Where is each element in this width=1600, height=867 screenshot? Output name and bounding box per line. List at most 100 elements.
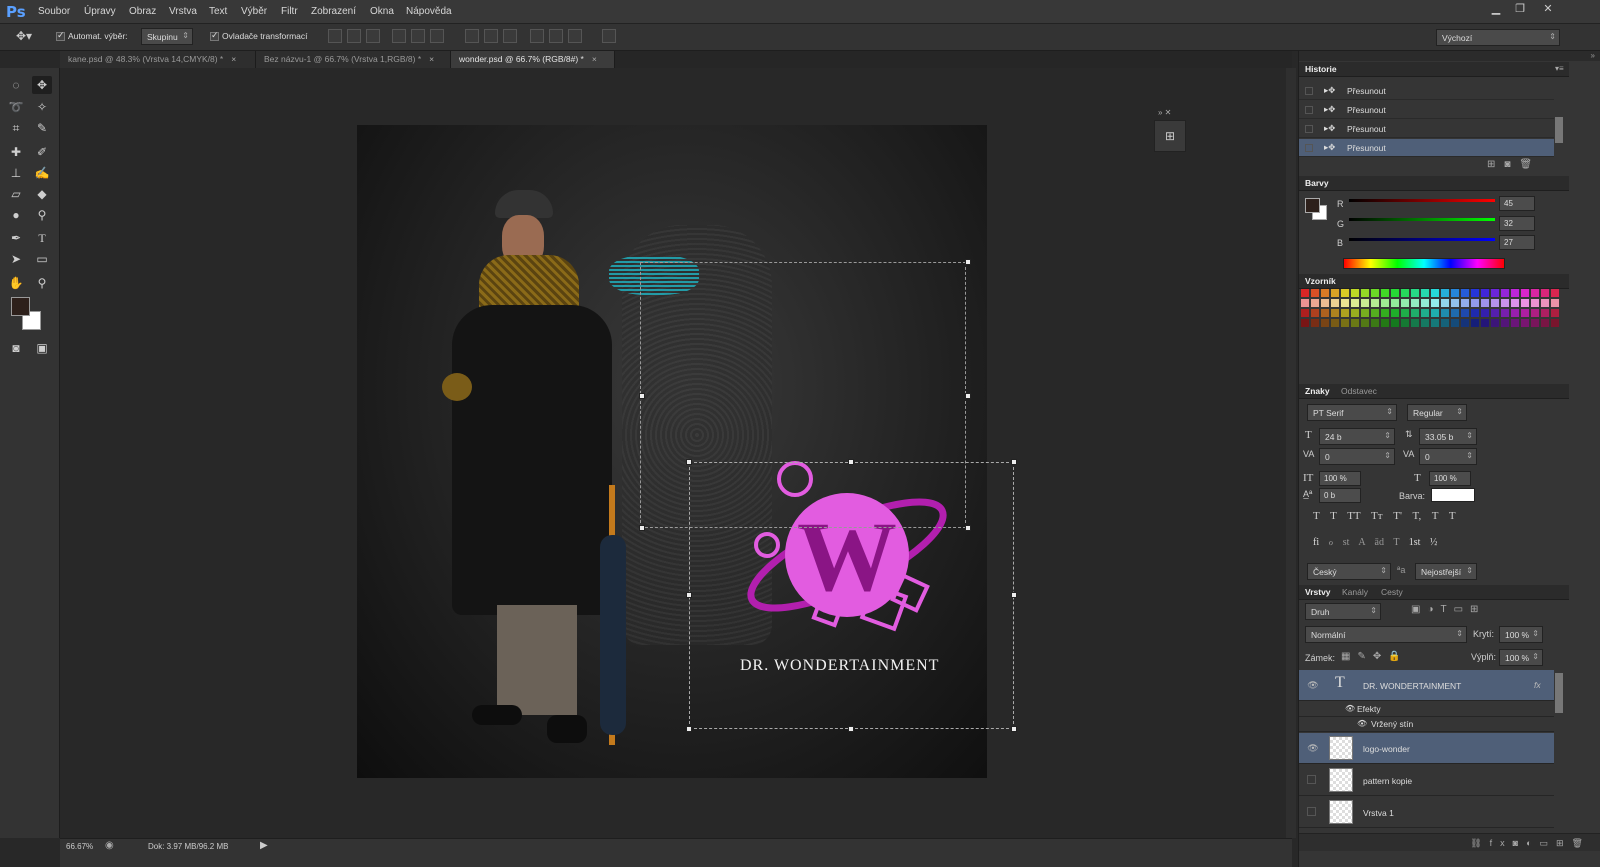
- status-menu-arrow-icon[interactable]: ▶: [260, 840, 268, 851]
- foreground-color-swatch[interactable]: [11, 297, 30, 316]
- pen-tool-icon[interactable]: ✒: [6, 229, 26, 247]
- underline-icon[interactable]: T: [1432, 510, 1439, 522]
- transform-handle[interactable]: [965, 393, 971, 399]
- history-item[interactable]: ▸✥ Přesunout: [1299, 82, 1554, 100]
- align-top-icon[interactable]: [328, 29, 342, 43]
- r-value[interactable]: 45: [1499, 196, 1535, 211]
- clone-stamp-icon[interactable]: ⊥: [6, 164, 26, 182]
- layer-row-vrstva1[interactable]: Vrstva 1: [1299, 797, 1554, 828]
- color-swatch[interactable]: [1331, 289, 1339, 297]
- status-info-icon[interactable]: ◉: [105, 840, 114, 851]
- color-swatch[interactable]: [1461, 299, 1469, 307]
- magic-wand-icon[interactable]: ✧: [32, 98, 52, 116]
- color-swatch[interactable]: [1501, 319, 1509, 327]
- color-swatch[interactable]: [1401, 309, 1409, 317]
- color-swatch[interactable]: [1481, 299, 1489, 307]
- history-tab[interactable]: Historie: [1305, 64, 1337, 74]
- panel-menu-icon[interactable]: ▾≡: [1555, 64, 1564, 73]
- subscript-icon[interactable]: T,: [1413, 510, 1422, 522]
- layers-scrollbar[interactable]: [1555, 673, 1563, 713]
- color-swatch[interactable]: [1541, 289, 1549, 297]
- eyedropper-icon[interactable]: ✎: [32, 119, 52, 137]
- color-swatch[interactable]: [1431, 289, 1439, 297]
- color-swatch[interactable]: [1461, 289, 1469, 297]
- transform-handle[interactable]: [686, 726, 692, 732]
- color-swatch[interactable]: [1531, 319, 1539, 327]
- layers-tab[interactable]: Vrstvy: [1305, 587, 1331, 597]
- color-swatch[interactable]: [1551, 309, 1559, 317]
- auto-select-checkbox[interactable]: Automat. výběr:: [56, 30, 128, 42]
- color-swatch[interactable]: [1411, 299, 1419, 307]
- history-item-selected[interactable]: ▸✥ Přesunout: [1299, 139, 1554, 157]
- color-swatch[interactable]: [1301, 319, 1309, 327]
- color-swatch[interactable]: [1301, 309, 1309, 317]
- zoom-level[interactable]: 66.67%: [66, 842, 93, 851]
- color-swatch[interactable]: [1351, 289, 1359, 297]
- color-swatch[interactable]: [1521, 309, 1529, 317]
- visibility-toggle[interactable]: [1307, 775, 1316, 784]
- color-swatch[interactable]: [1531, 309, 1539, 317]
- color-swatch[interactable]: [1481, 319, 1489, 327]
- marquee-tool-icon[interactable]: ◌: [6, 76, 26, 94]
- color-swatch[interactable]: [1351, 319, 1359, 327]
- brush-tool-icon[interactable]: ✐: [32, 143, 52, 161]
- color-swatch[interactable]: [1401, 319, 1409, 327]
- paint-bucket-icon[interactable]: ◆: [32, 185, 52, 203]
- transform-handle[interactable]: [965, 525, 971, 531]
- tracking-field[interactable]: 0: [1419, 448, 1477, 465]
- menu-vrstva[interactable]: Vrstva: [169, 6, 197, 17]
- ornaments-icon[interactable]: T: [1393, 537, 1399, 548]
- menu-filtr[interactable]: Filtr: [281, 6, 298, 17]
- color-swatch[interactable]: [1471, 289, 1479, 297]
- transform-handle[interactable]: [686, 592, 692, 598]
- distribute-top-icon[interactable]: [465, 29, 479, 43]
- menu-text[interactable]: Text: [209, 6, 227, 17]
- ordinals-icon[interactable]: 1st: [1409, 537, 1421, 548]
- healing-brush-icon[interactable]: ✚: [6, 143, 26, 161]
- color-swatch[interactable]: [1311, 299, 1319, 307]
- color-swatch[interactable]: [1491, 299, 1499, 307]
- color-swatch[interactable]: [1351, 299, 1359, 307]
- color-swatch[interactable]: [1371, 299, 1379, 307]
- layer-filter-dropdown[interactable]: Druh: [1305, 603, 1381, 620]
- lock-icons[interactable]: ▦✎✥🔒: [1341, 651, 1408, 662]
- layer-effects-row[interactable]: 👁 Efekty: [1299, 702, 1554, 717]
- align-left-icon[interactable]: [392, 29, 406, 43]
- antialias-dropdown[interactable]: Nejostřejší: [1415, 563, 1477, 580]
- color-swatch[interactable]: [1471, 309, 1479, 317]
- transform-controls-checkbox[interactable]: Ovladače transformací: [210, 30, 308, 42]
- crop-tool-icon[interactable]: ⌗: [6, 119, 26, 137]
- color-swatch[interactable]: [1311, 289, 1319, 297]
- fractions-icon[interactable]: ½: [1430, 537, 1438, 548]
- distribute-hcenter-icon[interactable]: [549, 29, 563, 43]
- history-scrollbar[interactable]: [1555, 117, 1563, 143]
- transform-handle[interactable]: [848, 726, 854, 732]
- color-swatch[interactable]: [1411, 309, 1419, 317]
- layer-name[interactable]: logo-wonder: [1363, 744, 1410, 754]
- history-brush-icon[interactable]: ✍: [32, 164, 52, 182]
- color-swatch[interactable]: [1411, 319, 1419, 327]
- color-swatch[interactable]: [1381, 289, 1389, 297]
- color-swatch[interactable]: [1361, 299, 1369, 307]
- text-color-swatch[interactable]: [1431, 488, 1475, 502]
- tab-kane[interactable]: kane.psd @ 48.3% (Vrstva 14,CMYK/8) * ×: [60, 51, 256, 68]
- transform-handle[interactable]: [965, 259, 971, 265]
- color-swatch[interactable]: [1361, 319, 1369, 327]
- color-swatch[interactable]: [1461, 309, 1469, 317]
- font-style-dropdown[interactable]: Regular: [1407, 404, 1467, 421]
- layer-row-text[interactable]: 👁 T DR. WONDERTAINMENT fx: [1299, 670, 1554, 701]
- visibility-eye-icon[interactable]: 👁: [1307, 680, 1319, 692]
- color-swatch[interactable]: [1421, 309, 1429, 317]
- stylistic-icon[interactable]: A: [1358, 537, 1365, 548]
- menu-zobrazeni[interactable]: Zobrazení: [311, 6, 356, 17]
- color-swatch[interactable]: [1511, 309, 1519, 317]
- color-swatch[interactable]: [1341, 299, 1349, 307]
- color-swatch[interactable]: [1321, 309, 1329, 317]
- kerning-field[interactable]: 0: [1319, 448, 1395, 465]
- color-swatch[interactable]: [1551, 319, 1559, 327]
- fill-field[interactable]: 100 %: [1499, 649, 1543, 666]
- color-swatch[interactable]: [1521, 289, 1529, 297]
- color-swatch[interactable]: [1521, 299, 1529, 307]
- color-swatch[interactable]: [1311, 309, 1319, 317]
- color-swatch[interactable]: [1451, 309, 1459, 317]
